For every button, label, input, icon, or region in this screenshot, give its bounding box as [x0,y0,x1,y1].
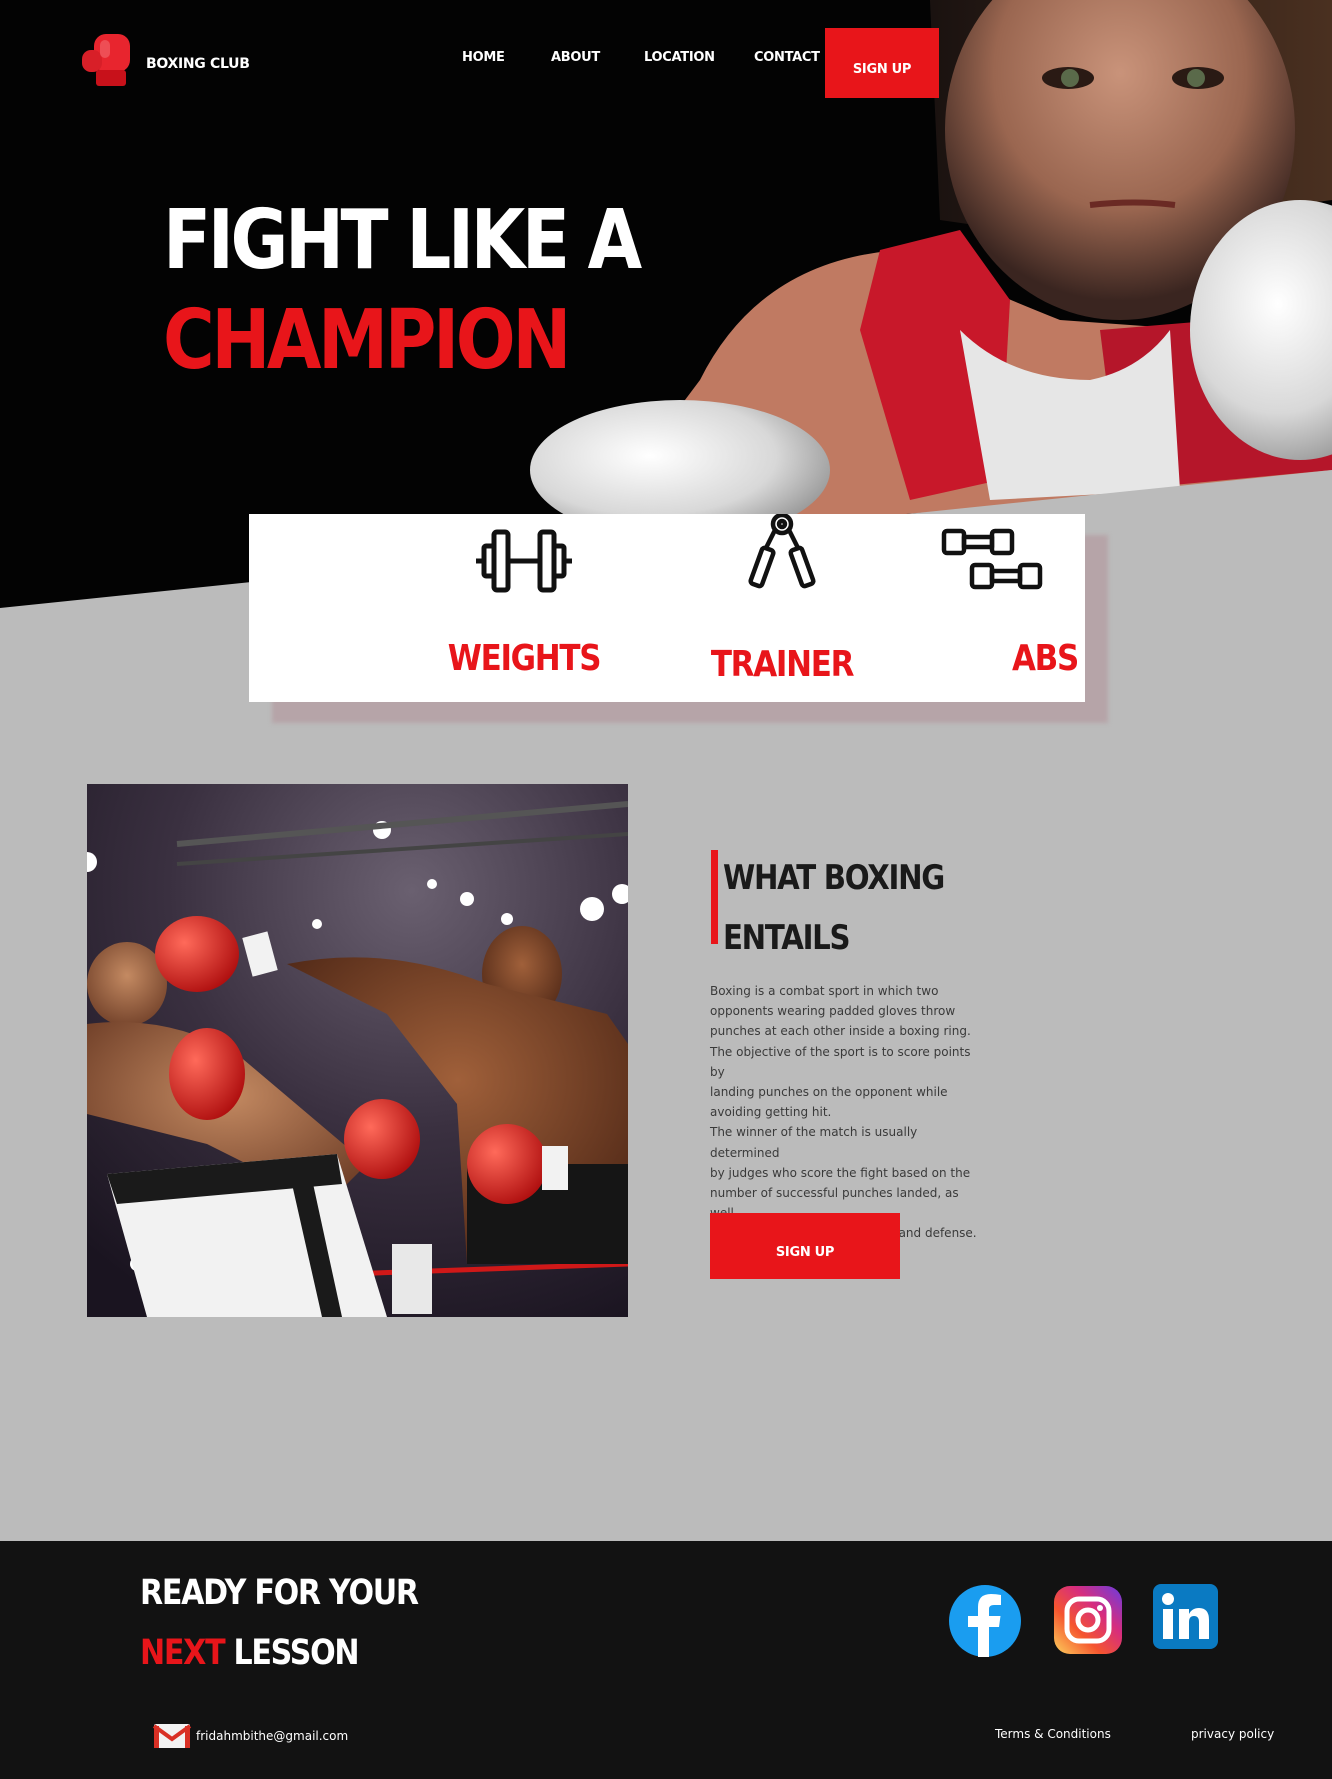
section-accent-bar [711,850,718,944]
footer-title-line2: NEXT LESSON [140,1623,418,1683]
feature-abs-label: ABS [1011,638,1079,679]
boxing-glove-icon [82,34,130,86]
nav-about[interactable]: ABOUT [551,50,600,65]
nav-contact[interactable]: CONTACT [754,50,820,65]
about-text-line: opponents wearing padded gloves throw [710,1004,956,1019]
footer-email[interactable]: fridahmbithe@gmail.com [152,1723,348,1749]
footer-cta-title: READY FOR YOUR NEXT LESSON [140,1563,419,1683]
terms-link[interactable]: Terms & Conditions [995,1727,1111,1741]
footer-title-line1: READY FOR YOUR [140,1573,419,1613]
footer-email-text: fridahmbithe@gmail.com [196,1729,349,1743]
instagram-icon[interactable] [1054,1586,1122,1654]
feature-trainer-label: TRAINER [710,644,855,685]
feature-weights-label: WEIGHTS [447,638,602,679]
barbell-icon [476,529,572,593]
footer-title-highlight: NEXT [140,1633,226,1673]
hero-title-line2: CHAMPION [163,293,571,388]
about-title: WHAT BOXING ENTAILS [723,848,945,968]
about-text-line: punches at each other inside a boxing ri… [710,1024,971,1039]
footer-title-rest: LESSON [224,1633,360,1673]
linkedin-icon[interactable] [1153,1584,1218,1649]
nav-location[interactable]: LOCATION [644,50,715,65]
about-text-line: Boxing is a combat sport in which two [710,984,939,998]
about-text-line: avoiding getting hit. [710,1105,832,1120]
boxing-match-photo [87,784,628,1317]
nav-home[interactable]: HOME [462,50,505,65]
about-text-line: landing punches on the opponent while [710,1085,948,1100]
about-text-line: by judges who score the fight based on t… [710,1165,971,1180]
hero-title-line1: FIGHT LIKE A [163,193,642,288]
about-signup-button[interactable]: SIGN UP [710,1213,900,1279]
about-text-line: The winner of the match is usually deter… [710,1125,918,1160]
boxing-photo-illustration [87,784,628,1317]
facebook-icon[interactable] [949,1585,1021,1657]
dumbbells-icon [941,528,1043,590]
about-description: Boxing is a combat sport in which two op… [710,981,980,1244]
privacy-link[interactable]: privacy policy [1191,1727,1274,1741]
nav-signup-button[interactable]: SIGN UP [825,28,939,98]
brand-name: BOXING CLUB [146,56,250,72]
about-text-line: The objective of the sport is to score p… [710,1044,971,1079]
brand-logo[interactable]: BOXING CLUB [80,32,250,88]
gmail-icon [152,1724,192,1748]
about-title-line1: WHAT BOXING [723,858,945,898]
about-title-line2: ENTAILS [723,918,851,958]
features-card: WEIGHTS TRAINER ABS [249,514,1085,702]
hand-gripper-icon [748,514,816,589]
